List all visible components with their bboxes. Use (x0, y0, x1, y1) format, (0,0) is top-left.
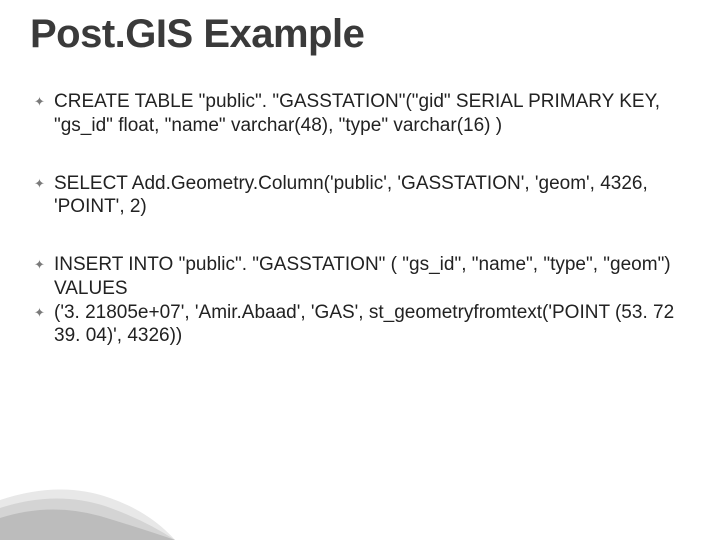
bullet-mark-icon: ✦ (34, 301, 54, 321)
bullet-mark-icon: ✦ (34, 253, 54, 273)
bullet-item: ✦ ('3. 21805e+07', 'Amir.Abaad', 'GAS', … (34, 301, 680, 349)
bullet-text: ('3. 21805e+07', 'Amir.Abaad', 'GAS', st… (54, 301, 680, 349)
bullet-item: ✦ CREATE TABLE "public". "GASSTATION"("g… (34, 90, 680, 138)
bullet-item: ✦ SELECT Add.Geometry.Column('public', '… (34, 172, 680, 220)
bullet-mark-icon: ✦ (34, 172, 54, 192)
slide-accent-decoration (0, 470, 180, 540)
slide: Post.GIS Example ✦ CREATE TABLE "public"… (0, 0, 720, 540)
bullet-text: SELECT Add.Geometry.Column('public', 'GA… (54, 172, 680, 220)
bullet-mark-icon: ✦ (34, 90, 54, 110)
slide-title: Post.GIS Example (30, 12, 364, 57)
slide-content: ✦ CREATE TABLE "public". "GASSTATION"("g… (34, 90, 680, 382)
brush-stroke-icon (0, 470, 180, 540)
bullet-text: INSERT INTO "public". "GASSTATION" ( "gs… (54, 253, 680, 301)
bullet-text: CREATE TABLE "public". "GASSTATION"("gid… (54, 90, 680, 138)
bullet-item: ✦ INSERT INTO "public". "GASSTATION" ( "… (34, 253, 680, 301)
